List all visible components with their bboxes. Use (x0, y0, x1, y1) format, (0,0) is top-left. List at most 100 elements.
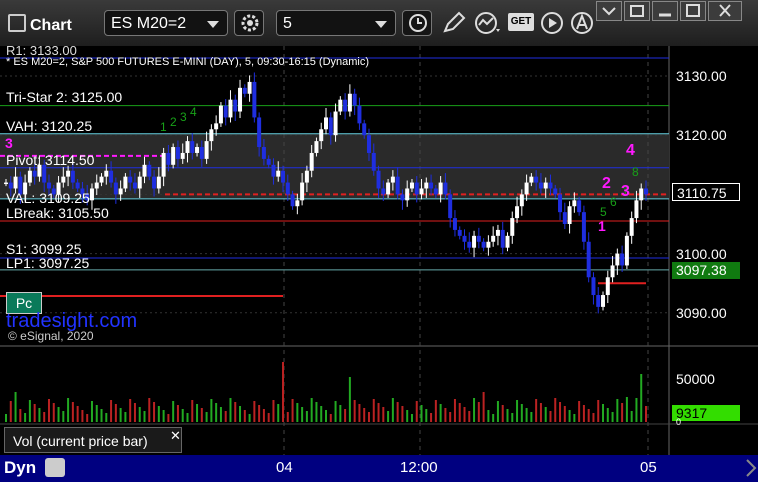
interval-select[interactable]: 5 (276, 10, 396, 36)
volume-bar (420, 405, 423, 422)
candle-body (414, 182, 419, 195)
symbol-input[interactable]: ES M20=2 (104, 10, 228, 36)
candle-body (572, 200, 577, 207)
val-level-label: VAL: 3109.25 (6, 190, 90, 206)
restore-button[interactable] (624, 1, 650, 21)
candle-body (338, 99, 343, 112)
candle-body (190, 141, 195, 153)
volume-bar (406, 410, 409, 422)
window-menu-button[interactable] (596, 1, 622, 21)
candle-body (362, 123, 367, 136)
volume-bar (19, 409, 22, 422)
candle-body (467, 241, 472, 248)
volume-bar (587, 409, 590, 422)
volume-bar (76, 406, 79, 422)
volume-bar (224, 411, 227, 422)
volume-bar (172, 401, 175, 422)
pencil-icon[interactable] (440, 11, 468, 35)
candle-body (271, 164, 276, 177)
chevron-down-icon[interactable] (207, 21, 219, 28)
candle-body (99, 176, 104, 183)
candle-body (46, 182, 51, 189)
volume-bar (358, 404, 361, 422)
volume-bar (219, 407, 222, 422)
candle-body (601, 295, 606, 307)
candle-body (352, 93, 357, 106)
candle-body (128, 176, 133, 183)
volume-bar (482, 392, 485, 422)
candle-body (538, 182, 543, 189)
volume-bar (296, 403, 299, 422)
volume-bar (81, 410, 84, 422)
scroll-arrow-icon[interactable] (745, 456, 757, 480)
candle-body (476, 235, 481, 242)
volume-bar (24, 413, 27, 422)
volume-bar (511, 413, 514, 422)
time-button[interactable] (402, 10, 432, 36)
play-icon[interactable] (540, 11, 566, 35)
candle-body (32, 170, 37, 177)
volume-bar (229, 398, 232, 422)
volume-bar (425, 409, 428, 422)
volume-bar (258, 405, 261, 422)
volume-bar (57, 407, 60, 422)
volume-bar (291, 399, 294, 422)
volume-value-tag: 9317 (672, 405, 740, 421)
chart-header: * ES M20=2, S&P 500 FUTURES E-MINI (DAY)… (6, 56, 370, 68)
candle-body (481, 241, 486, 248)
candle-body (562, 212, 567, 224)
candle-body (495, 229, 500, 236)
volume-bar (267, 413, 270, 422)
candle-body (333, 111, 338, 136)
candle-body (104, 170, 109, 177)
candle-body (223, 105, 228, 118)
lock-icon[interactable] (45, 458, 65, 477)
seq-label: 3 (5, 135, 13, 151)
candle-body (534, 176, 539, 183)
close-button[interactable] (708, 1, 742, 21)
candle-body (8, 182, 13, 189)
minimize-button[interactable] (652, 1, 678, 21)
candle-body (390, 176, 395, 183)
maximize-button[interactable] (680, 1, 706, 21)
volume-bar (143, 411, 146, 422)
volume-bar (439, 404, 442, 422)
volume-bar (391, 398, 394, 422)
candle-body (615, 253, 620, 266)
candle-body (386, 182, 391, 195)
candle-body (457, 229, 462, 236)
candle-body (438, 182, 443, 195)
candle-body (324, 117, 328, 130)
dynamic-label[interactable]: Dyn (4, 458, 36, 478)
volume-bar (52, 403, 55, 422)
volume-bar (119, 408, 122, 422)
volume-bar (372, 399, 375, 422)
volume-bar (301, 407, 304, 422)
volume-bar (167, 414, 170, 422)
get-button[interactable]: GET (508, 13, 534, 31)
setup-count: 4 (190, 105, 197, 119)
volume-bar (344, 409, 347, 422)
close-icon[interactable]: ✕ (170, 428, 181, 444)
volume-bar (582, 405, 585, 422)
volume-study-label[interactable]: Vol (current price bar) (4, 427, 182, 453)
study-icon[interactable] (474, 11, 504, 35)
volume-bar (253, 401, 256, 422)
settings-button[interactable] (234, 10, 264, 36)
chevron-down-icon[interactable] (375, 21, 387, 28)
candle-body (156, 176, 161, 189)
volume-bar (205, 412, 208, 422)
tristar-level-label: Tri-Star 2: 3125.00 (6, 89, 123, 105)
candle-body (166, 152, 171, 165)
volume-bar (138, 407, 141, 422)
volume-bar (215, 403, 218, 422)
price-chart[interactable]: 1 2 3 45678 (0, 46, 758, 482)
volume-bar (616, 399, 619, 422)
candle-body (472, 235, 477, 248)
volume-bar (640, 374, 643, 422)
candle-body (175, 147, 180, 159)
alert-icon[interactable] (570, 11, 596, 35)
candle-body (610, 265, 615, 278)
candle-body (543, 182, 548, 189)
volume-bar (530, 412, 533, 422)
